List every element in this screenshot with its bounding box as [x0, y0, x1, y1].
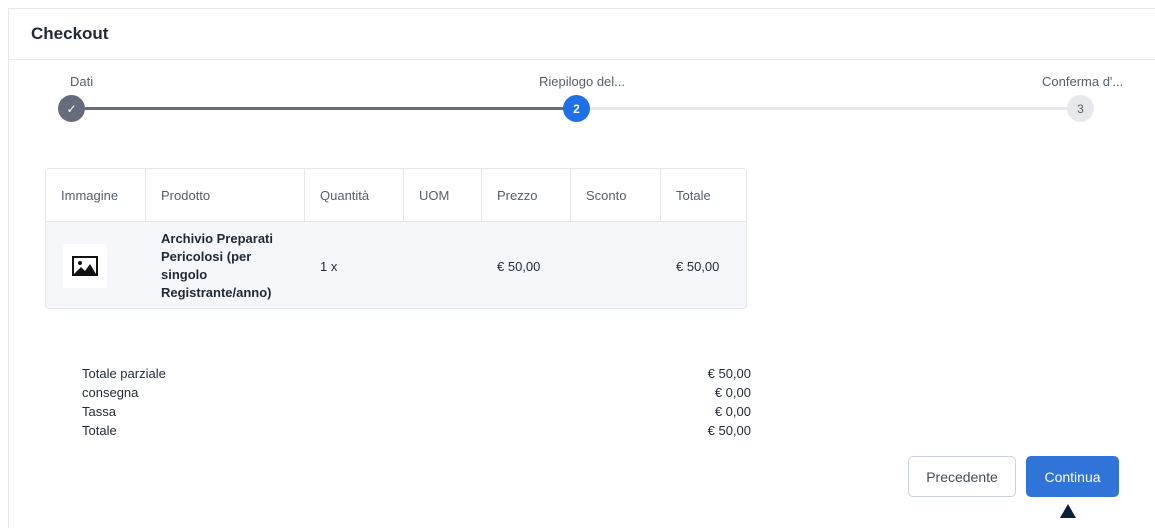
- total-label: Totale: [82, 423, 117, 438]
- product-thumbnail[interactable]: [63, 244, 107, 288]
- cell-product: Archivio Preparati Pericolosi (per singo…: [146, 222, 305, 308]
- step-2-number: 2: [573, 101, 580, 116]
- column-header-product: Prodotto: [146, 169, 305, 222]
- step-label-dati: Dati: [70, 74, 94, 89]
- stepper-track-pending: [579, 107, 1079, 110]
- column-header-quantity: Quantità: [305, 169, 404, 222]
- step-1-completed-circle[interactable]: ✓: [58, 95, 85, 122]
- cell-image: [46, 222, 146, 308]
- step-3-number: 3: [1077, 101, 1084, 116]
- cell-quantity: 1 x: [320, 258, 338, 274]
- column-header-total: Totale: [676, 188, 711, 203]
- stepper-track-completed: [84, 107, 579, 110]
- cart-table: Immagine Prodotto Quantità UOM Prezzo Sc…: [45, 168, 747, 309]
- delivery-label: consegna: [82, 385, 139, 400]
- cell-total: € 50,00: [676, 258, 720, 274]
- checkmark-icon: ✓: [66, 101, 77, 116]
- table-header-row: Immagine Prodotto Quantità UOM Prezzo Sc…: [46, 169, 746, 222]
- cell-discount: [571, 222, 661, 308]
- column-header-image: Immagine: [46, 169, 146, 222]
- page-title: Checkout: [31, 24, 109, 43]
- column-header-uom: UOM: [404, 169, 482, 222]
- continue-button[interactable]: Continua: [1026, 456, 1119, 497]
- product-name: Archivio Preparati Pericolosi (per singo…: [161, 231, 273, 300]
- delivery-value: € 0,00: [714, 385, 751, 400]
- previous-button[interactable]: Precedente: [908, 456, 1016, 497]
- mouse-cursor-icon: [1060, 504, 1076, 518]
- step-label-conferma: Conferma d'...: [1042, 74, 1124, 89]
- tax-label: Tassa: [82, 404, 116, 419]
- cell-uom: [404, 222, 482, 308]
- column-header-price: Prezzo: [482, 169, 571, 222]
- table-row: Archivio Preparati Pericolosi (per singo…: [46, 222, 746, 308]
- total-value: € 50,00: [707, 423, 751, 438]
- step-3-pending-circle[interactable]: 3: [1067, 95, 1094, 122]
- card-header: Checkout: [9, 9, 1155, 60]
- tax-value: € 0,00: [714, 404, 751, 419]
- step-label-riepilogo: Riepilogo del...: [539, 74, 625, 89]
- step-2-active-circle[interactable]: 2: [563, 95, 590, 122]
- subtotal-label: Totale parziale: [82, 366, 166, 381]
- image-placeholder-icon: [72, 256, 98, 276]
- cell-price: € 50,00: [497, 258, 541, 274]
- subtotal-value: € 50,00: [707, 366, 751, 381]
- column-header-discount: Sconto: [571, 169, 661, 222]
